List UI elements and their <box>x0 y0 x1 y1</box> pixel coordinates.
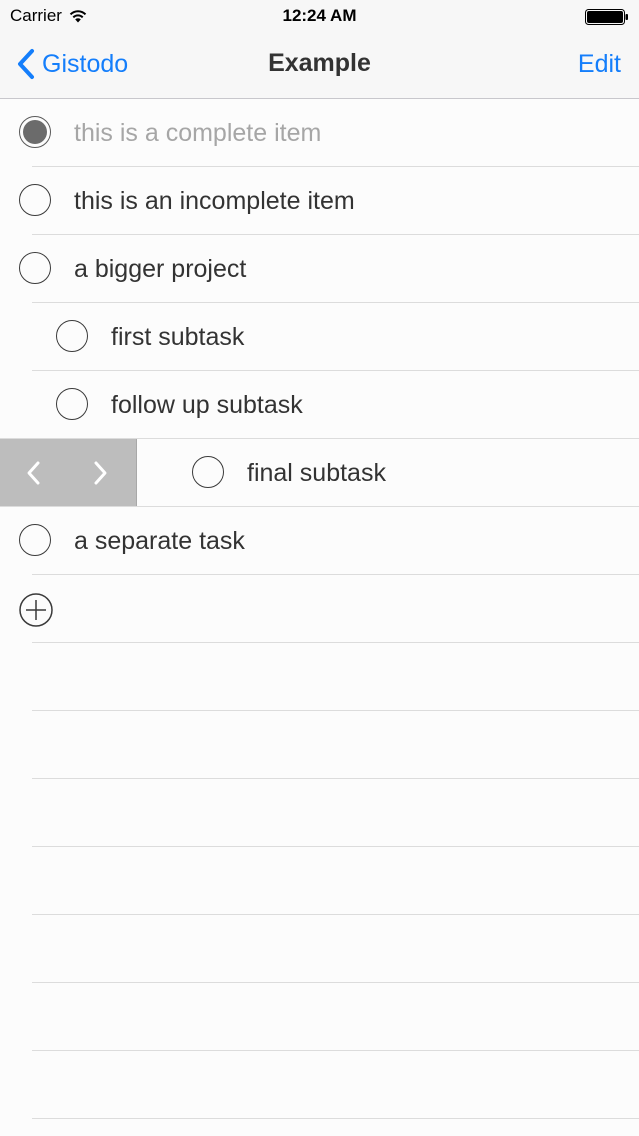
checkbox[interactable] <box>192 456 224 488</box>
battery-icon <box>585 9 628 25</box>
list-item[interactable]: a bigger project <box>0 235 639 303</box>
empty-row <box>0 847 639 915</box>
edit-button[interactable]: Edit <box>578 50 621 79</box>
empty-row <box>0 983 639 1051</box>
checkbox[interactable] <box>56 320 88 352</box>
empty-row <box>0 1051 639 1119</box>
row-separator <box>32 1118 639 1119</box>
todo-list: this is a complete item this is an incom… <box>0 99 639 1119</box>
list-item[interactable]: this is a complete item <box>0 99 639 167</box>
chevron-right-icon[interactable] <box>86 459 114 487</box>
item-label: first subtask <box>111 323 245 351</box>
empty-row <box>0 643 639 711</box>
list-item[interactable]: final subtask <box>0 439 639 507</box>
clock: 12:24 AM <box>282 6 357 25</box>
list-item[interactable]: first subtask <box>0 303 639 371</box>
item-label: final subtask <box>247 459 386 487</box>
plus-circle-icon[interactable] <box>19 593 53 627</box>
checkbox[interactable] <box>19 252 51 284</box>
status-bar: Carrier 12:24 AM <box>0 0 639 34</box>
list-item[interactable]: follow up subtask <box>0 371 639 439</box>
navigation-bar: Gistodo Example Edit <box>0 34 639 99</box>
add-item-row[interactable] <box>0 575 639 643</box>
checkbox-completed[interactable] <box>19 116 51 148</box>
empty-row <box>0 779 639 847</box>
checkbox[interactable] <box>19 524 51 556</box>
item-label: follow up subtask <box>111 391 303 419</box>
checkbox[interactable] <box>56 388 88 420</box>
checkbox[interactable] <box>19 184 51 216</box>
chevron-left-icon[interactable] <box>20 459 48 487</box>
empty-row <box>0 915 639 983</box>
item-label: a separate task <box>74 527 245 555</box>
page-title: Example <box>268 49 371 77</box>
list-item[interactable]: this is an incomplete item <box>0 167 639 235</box>
item-label: this is an incomplete item <box>74 187 355 215</box>
empty-row <box>0 711 639 779</box>
list-item[interactable]: a separate task <box>0 507 639 575</box>
indent-controls <box>0 439 137 507</box>
item-label: this is a complete item <box>74 119 322 147</box>
screen: Carrier 12:24 AM Gistodo Example Edit th… <box>0 0 639 1136</box>
item-label: a bigger project <box>74 255 247 283</box>
